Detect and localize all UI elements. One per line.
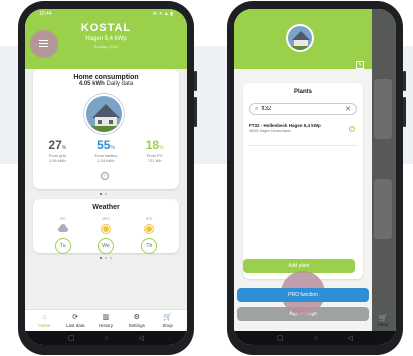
- sun-icon: [102, 226, 109, 232]
- plants-panel: Plants ⌕ ✕ FT32 - Hollenbeck Hagen 5,4 k…: [243, 83, 363, 279]
- pro-function-button[interactable]: PRO function: [237, 288, 369, 302]
- home-button[interactable]: ○: [104, 335, 108, 342]
- sun-icon: [146, 226, 153, 232]
- power-button: [194, 97, 197, 127]
- plant-search: ⌕ ✕: [249, 103, 357, 115]
- tab-shop[interactable]: 🛒 Shop: [374, 314, 392, 327]
- phone-home-screen: 10:44 ✉ ✦ ▲ ▮ KOSTAL Hagen 5,4 kWp Sunda…: [18, 1, 197, 355]
- search-icon: ⌕: [255, 105, 259, 112]
- stat-pv: 18% From PV 721 Wh: [145, 138, 164, 163]
- tab-history[interactable]: ▥ History: [91, 310, 122, 331]
- plant-avatar: [286, 24, 314, 52]
- system-nav-bar: ▢ ○ ◁: [25, 331, 187, 345]
- system-nav-bar: ▢ ○ ◁: [234, 331, 396, 345]
- home-icon: ⌂: [42, 313, 47, 321]
- divider: [249, 145, 357, 146]
- stat-grid: 27% From grid 1.09 kWh: [48, 138, 67, 163]
- cloud-icon: [57, 224, 68, 232]
- weather-day: 4°C Tu: [48, 217, 78, 254]
- edit-icon[interactable]: ✎: [356, 61, 364, 69]
- clear-icon[interactable]: ✕: [345, 105, 351, 113]
- weather-day: 15°C We: [91, 217, 121, 254]
- result-name: FT32 - Hollenbeck Hagen 5,4 kWp: [249, 123, 321, 128]
- selected-check-icon: ✓: [349, 126, 355, 132]
- page-dots: [100, 257, 112, 259]
- tab-home[interactable]: ⌂ Home: [29, 310, 60, 331]
- status-time: 10:44: [39, 11, 52, 17]
- page-dots: [100, 193, 107, 195]
- plant-photo: [84, 94, 124, 134]
- status-icons: ✉ ✦ ▲ ▮: [152, 11, 173, 17]
- cart-icon: 🛒: [163, 313, 172, 321]
- plants-title: Plants: [293, 89, 312, 95]
- status-bar: 10:44 ✉ ✦ ▲ ▮: [25, 11, 187, 19]
- dimmed-card: [374, 179, 392, 239]
- tab-shop[interactable]: 🛒 Shop: [152, 310, 183, 331]
- refresh-icon: ⟳: [72, 313, 79, 321]
- home-button[interactable]: ○: [313, 335, 317, 342]
- power-button: [403, 97, 406, 127]
- consumption-stats: 27% From grid 1.09 kWh 55% From battery …: [33, 139, 179, 163]
- side-drawer: ✎ Plants ⌕ ✕ FT32 - Hollenbeck Hagen 5,4…: [234, 9, 372, 331]
- weather-forecast: 4°C Tu 15°C We 6°C Th: [33, 217, 179, 254]
- recents-button[interactable]: ▢: [277, 335, 284, 342]
- weather-day: 6°C Th: [134, 217, 164, 254]
- weather-card[interactable]: Weather 4°C Tu 15°C We 6°C Th: [33, 199, 179, 254]
- card-title: Home consumption: [73, 74, 139, 81]
- home-consumption-card[interactable]: Home consumption 4.05 kWh Daily data 27%…: [33, 69, 179, 189]
- result-address: 58093 Hagen Deutschland: [249, 129, 291, 133]
- bottom-tab-bar: ⌂ Home ⟳ Last data ▥ History ⚙ Settings 🛒 Sho…: [25, 309, 187, 331]
- daily-value: 4.05 kWh: [78, 81, 105, 87]
- tab-last-data[interactable]: ⟳ Last data: [60, 310, 91, 331]
- gear-icon: ⚙: [133, 313, 140, 321]
- phone-plants-drawer: 🛒 Shop ✎ Plants ⌕ ✕ FT32 - Hollenbeck Ha…: [227, 1, 406, 355]
- volume-button: [403, 71, 406, 91]
- cart-icon: 🛒: [378, 315, 388, 322]
- drawer-header: ✎: [234, 9, 372, 69]
- screen: 🛒 Shop ✎ Plants ⌕ ✕ FT32 - Hollenbeck Ha…: [234, 9, 396, 345]
- dimmed-card: [374, 79, 392, 139]
- stat-battery: 55% From battery 2.24 kWh: [94, 138, 118, 163]
- back-button[interactable]: ◁: [348, 335, 353, 342]
- dimmed-background[interactable]: [372, 9, 396, 345]
- check-icon: ✓: [101, 172, 109, 180]
- search-input[interactable]: [261, 106, 346, 112]
- back-button[interactable]: ◁: [139, 335, 144, 342]
- daily-consumption: 4.05 kWh Daily data: [33, 81, 179, 87]
- tab-settings[interactable]: ⚙ Settings: [121, 310, 152, 331]
- weather-title: Weather: [92, 204, 120, 211]
- daily-label: Daily data: [106, 81, 134, 87]
- recents-button[interactable]: ▢: [68, 335, 75, 342]
- screen: 10:44 ✉ ✦ ▲ ▮ KOSTAL Hagen 5,4 kWp Sunda…: [25, 9, 187, 345]
- menu-icon[interactable]: [39, 40, 48, 47]
- bar-chart-icon: ▥: [102, 313, 110, 321]
- plant-result-item[interactable]: FT32 - Hollenbeck Hagen 5,4 kWp 58093 Ha…: [249, 123, 357, 141]
- volume-button: [194, 71, 197, 91]
